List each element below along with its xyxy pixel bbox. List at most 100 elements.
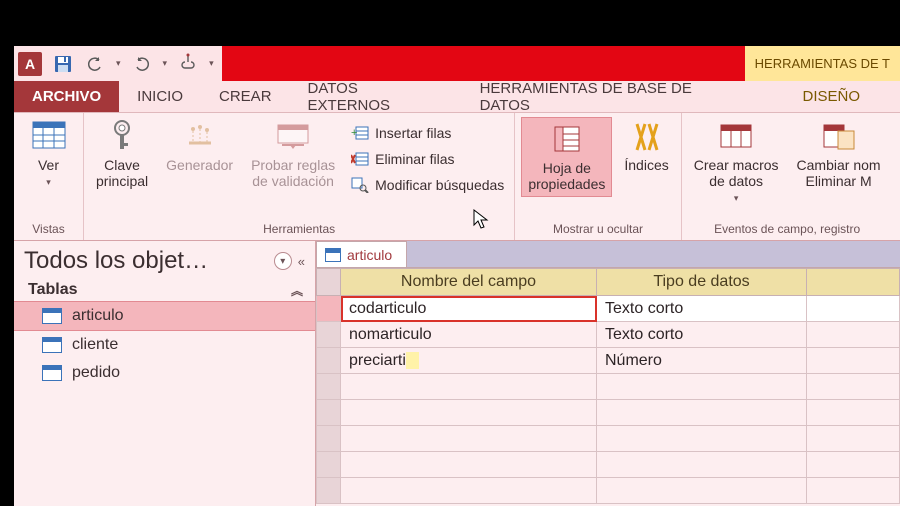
- field-name-cell[interactable]: nomarticulo: [341, 322, 597, 348]
- indexes-button[interactable]: Índices: [618, 117, 674, 175]
- modify-lookups-label: Modificar búsquedas: [375, 177, 504, 193]
- description-cell[interactable]: [807, 296, 900, 322]
- description-cell[interactable]: [807, 374, 900, 400]
- field-row[interactable]: [317, 400, 900, 426]
- field-name-cell[interactable]: codarticulo: [341, 296, 597, 322]
- data-type-cell[interactable]: Texto corto: [597, 296, 807, 322]
- field-row[interactable]: codarticulo Texto corto: [317, 296, 900, 322]
- ime-marker: [406, 352, 419, 369]
- work-area: Todos los objet… ▾ « Tablas ︽ articulo c…: [14, 241, 900, 506]
- nav-section-tables[interactable]: Tablas: [28, 281, 78, 299]
- test-validation-button[interactable]: Probar reglas de validación: [245, 117, 341, 191]
- row-selector[interactable]: [317, 374, 341, 400]
- key-icon: [105, 119, 139, 153]
- row-selector[interactable]: [317, 426, 341, 452]
- contextual-tab-label: HERRAMIENTAS DE T: [745, 46, 900, 81]
- chevron-down-icon: ▾: [734, 193, 739, 204]
- nav-menu-button[interactable]: ▾: [274, 252, 292, 270]
- data-type-cell[interactable]: [597, 478, 807, 504]
- data-type-cell[interactable]: Texto corto: [597, 322, 807, 348]
- data-macros-icon: [719, 119, 753, 153]
- navigation-pane: Todos los objet… ▾ « Tablas ︽ articulo c…: [14, 241, 316, 506]
- field-name-cell[interactable]: preciarti: [341, 348, 597, 374]
- nav-item-articulo[interactable]: articulo: [14, 301, 315, 331]
- data-type-cell[interactable]: [597, 374, 807, 400]
- group-events: Crear macros de datos ▾ Cambiar nom Elim…: [682, 113, 893, 240]
- row-selector[interactable]: [317, 348, 341, 374]
- col-data-type[interactable]: Tipo de datos: [597, 269, 807, 296]
- description-cell[interactable]: [807, 452, 900, 478]
- description-cell[interactable]: [807, 478, 900, 504]
- view-button[interactable]: Ver ▾: [21, 117, 77, 190]
- builder-button[interactable]: Generador: [160, 117, 239, 175]
- row-selector[interactable]: [317, 400, 341, 426]
- row-selector[interactable]: [317, 478, 341, 504]
- undo-dropdown-icon[interactable]: ▾: [116, 58, 121, 69]
- touch-mode-button[interactable]: [177, 53, 199, 75]
- data-type-cell[interactable]: [597, 452, 807, 478]
- undo-button[interactable]: [84, 53, 106, 75]
- quick-access-toolbar: A ▾ ▾ ▾: [14, 46, 222, 81]
- description-cell[interactable]: [807, 348, 900, 374]
- test-validation-label: Probar reglas de validación: [251, 157, 335, 189]
- description-cell[interactable]: [807, 322, 900, 348]
- select-all-rows[interactable]: [317, 269, 341, 296]
- redo-dropdown-icon[interactable]: ▾: [163, 58, 168, 69]
- save-button[interactable]: [52, 53, 74, 75]
- primary-key-button[interactable]: Clave principal: [90, 117, 154, 191]
- field-row[interactable]: [317, 374, 900, 400]
- insert-rows-label: Insertar filas: [375, 125, 451, 141]
- group-tools: Clave principal Generador Probar reglas …: [84, 113, 515, 240]
- data-type-cell[interactable]: Número: [597, 348, 807, 374]
- object-tab-articulo[interactable]: articulo: [316, 241, 407, 267]
- create-data-macros-button[interactable]: Crear macros de datos ▾: [688, 117, 785, 206]
- field-name-cell[interactable]: [341, 400, 597, 426]
- nav-item-pedido[interactable]: pedido: [14, 359, 315, 387]
- group-views: Ver ▾ Vistas: [14, 113, 84, 240]
- tab-create[interactable]: CREAR: [201, 81, 290, 112]
- field-row[interactable]: [317, 478, 900, 504]
- nav-collapse-button[interactable]: «: [298, 254, 305, 269]
- insert-rows-button[interactable]: + Insertar filas: [347, 121, 508, 145]
- tab-external-data[interactable]: DATOS EXTERNOS: [290, 81, 462, 112]
- field-name-cell[interactable]: [341, 478, 597, 504]
- modify-lookups-button[interactable]: Modificar búsquedas: [347, 173, 508, 197]
- tab-design[interactable]: DISEÑO: [762, 81, 900, 112]
- row-selector[interactable]: [317, 296, 341, 322]
- description-cell[interactable]: [807, 426, 900, 452]
- field-row[interactable]: preciarti Número: [317, 348, 900, 374]
- section-collapse-icon[interactable]: ︽: [291, 282, 303, 299]
- modify-lookups-icon: [351, 176, 369, 194]
- field-name-cell[interactable]: [341, 452, 597, 478]
- col-description[interactable]: [807, 269, 900, 296]
- delete-rows-button[interactable]: Eliminar filas: [347, 147, 508, 171]
- create-data-macros-label: Crear macros de datos: [694, 157, 779, 189]
- nav-item-cliente[interactable]: cliente: [14, 331, 315, 359]
- row-selector[interactable]: [317, 322, 341, 348]
- nav-item-label: pedido: [72, 364, 120, 382]
- redo-button[interactable]: [131, 53, 153, 75]
- col-field-name[interactable]: Nombre del campo: [341, 269, 597, 296]
- tab-home[interactable]: INICIO: [119, 81, 201, 112]
- data-type-cell[interactable]: [597, 426, 807, 452]
- nav-pane-title[interactable]: Todos los objet…: [24, 247, 268, 275]
- rename-delete-macro-button[interactable]: Cambiar nom Eliminar M: [791, 117, 887, 191]
- nav-item-label: cliente: [72, 336, 118, 354]
- field-row[interactable]: [317, 426, 900, 452]
- property-sheet-icon: [550, 122, 584, 156]
- table-icon: [42, 308, 62, 324]
- row-selector[interactable]: [317, 452, 341, 478]
- chevron-down-icon: ▾: [46, 177, 51, 188]
- property-sheet-button[interactable]: Hoja de propiedades: [521, 117, 612, 197]
- indexes-icon: [630, 119, 664, 153]
- field-row[interactable]: [317, 452, 900, 478]
- description-cell[interactable]: [807, 400, 900, 426]
- field-name-cell[interactable]: [341, 426, 597, 452]
- datasheet-view-icon: [32, 119, 66, 153]
- tab-file[interactable]: ARCHIVO: [14, 81, 119, 112]
- data-type-cell[interactable]: [597, 400, 807, 426]
- field-name-cell[interactable]: [341, 374, 597, 400]
- qat-customize-icon[interactable]: ▾: [209, 58, 214, 69]
- field-row[interactable]: nomarticulo Texto corto: [317, 322, 900, 348]
- tab-database-tools[interactable]: HERRAMIENTAS DE BASE DE DATOS: [462, 81, 763, 112]
